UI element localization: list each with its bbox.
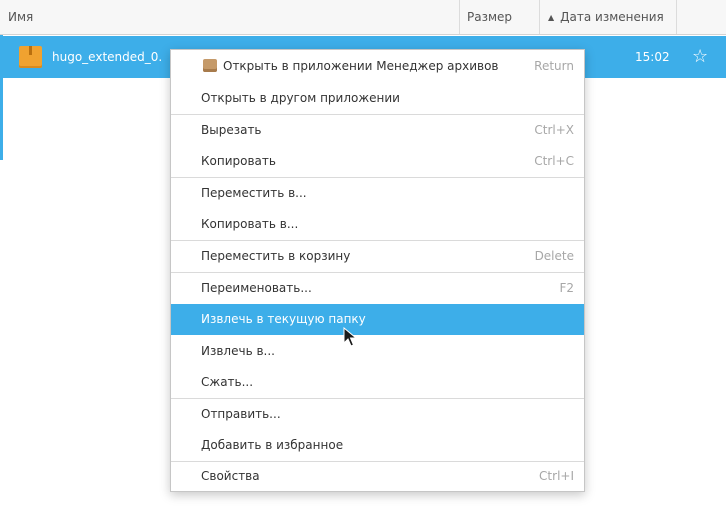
menu-item-shortcut: F2 [559,281,574,295]
sort-ascending-icon: ▲ [548,13,555,22]
menu-item-extract-to[interactable]: Извлечь в... [171,336,584,367]
menu-item-shortcut: Return [534,59,574,73]
menu-item-shortcut: Ctrl+X [534,123,574,137]
column-header-size[interactable]: Размер [460,0,540,34]
menu-item-properties[interactable]: Свойства Ctrl+I [171,461,584,492]
menu-item-open-archive-manager[interactable]: Открыть в приложении Менеджер архивов Re… [171,51,584,82]
left-pane-edge [0,35,3,521]
menu-item-shortcut: Ctrl+C [534,154,574,168]
menu-item-label: Переименовать... [201,281,312,295]
menu-item-move-to[interactable]: Переместить в... [171,178,584,209]
column-header-bar: Имя Размер ▲ Дата изменения [0,0,726,35]
menu-item-move-to-trash[interactable]: Переместить в корзину Delete [171,241,584,272]
column-header-name-label: Имя [8,10,34,24]
menu-item-label: Отправить... [201,407,281,421]
column-header-name[interactable]: Имя [0,0,460,34]
menu-item-label: Свойства [201,469,260,483]
menu-item-send[interactable]: Отправить... [171,399,584,430]
menu-item-label: Копировать [201,154,276,168]
menu-item-open-other-app[interactable]: Открыть в другом приложении [171,83,584,114]
menu-item-label: Вырезать [201,123,262,137]
column-header-size-label: Размер [467,10,513,24]
archive-manager-icon [203,59,217,72]
menu-item-label: Переместить в... [201,186,307,200]
menu-item-shortcut: Ctrl+I [539,469,574,483]
file-name: hugo_extended_0. [52,50,163,64]
menu-item-label: Сжать... [201,375,254,389]
star-icon[interactable]: ☆ [692,36,708,78]
menu-item-label: Открыть в другом приложении [201,91,400,105]
menu-item-add-to-favorites[interactable]: Добавить в избранное [171,430,584,461]
file-modified-time: 15:02 [635,50,670,64]
menu-item-cut[interactable]: Вырезать Ctrl+X [171,115,584,146]
menu-item-compress[interactable]: Сжать... [171,367,584,398]
menu-item-label: Извлечь в... [201,344,275,358]
menu-item-copy-to[interactable]: Копировать в... [171,209,584,240]
archive-icon [19,46,42,68]
menu-item-rename[interactable]: Переименовать... F2 [171,273,584,304]
menu-item-label: Копировать в... [201,217,299,231]
menu-item-shortcut: Delete [534,249,574,263]
mouse-pointer-icon [343,327,357,347]
column-header-date-label: Дата изменения [560,10,664,24]
menu-item-label: Открыть в приложении Менеджер архивов [223,59,499,73]
context-menu: Открыть в приложении Менеджер архивов Re… [170,49,585,492]
menu-item-extract-here[interactable]: Извлечь в текущую папку [171,304,584,335]
menu-item-copy[interactable]: Копировать Ctrl+C [171,146,584,177]
column-header-date[interactable]: ▲ Дата изменения [540,0,677,34]
menu-item-label: Извлечь в текущую папку [201,312,366,326]
menu-item-label: Переместить в корзину [201,249,351,263]
menu-item-label: Добавить в избранное [201,438,344,452]
